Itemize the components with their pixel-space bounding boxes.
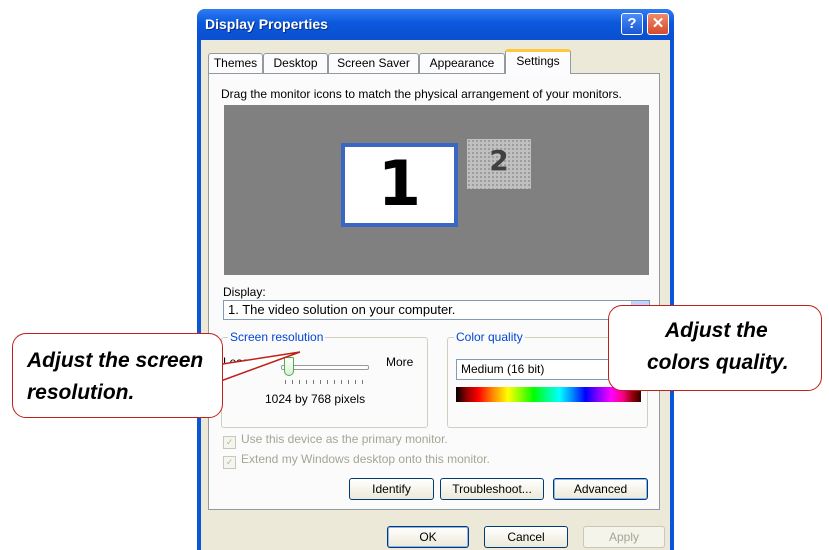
color-callout-line-1: Adjust the: [665, 319, 768, 342]
resolution-callout-line-2: resolution.: [27, 381, 135, 404]
color-quality-callout: Adjust the colors quality.: [608, 305, 822, 391]
callout-pointers: [215, 334, 619, 384]
resolution-callout-line-1: Adjust the screen: [27, 349, 204, 372]
left-callout-pointer: [215, 351, 301, 384]
color-callout-line-2: colors quality.: [647, 351, 789, 374]
resolution-callout: Adjust the screen resolution.: [12, 333, 223, 418]
tab-settings[interactable]: Settings: [505, 49, 571, 74]
